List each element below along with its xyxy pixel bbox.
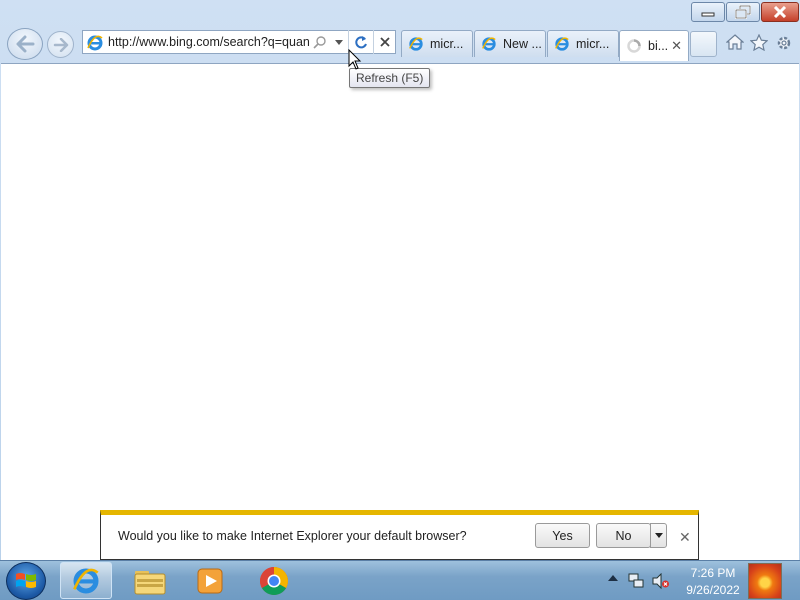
favorites-star-icon[interactable] [750,34,768,51]
close-icon [773,6,787,18]
notification-message: Would you like to make Internet Explorer… [118,529,467,543]
refresh-icon [354,36,367,49]
default-browser-notification: Would you like to make Internet Explorer… [100,510,699,560]
notification-close-icon[interactable]: ✕ [679,529,691,546]
tab[interactable]: New ... [474,30,546,57]
no-options-dropdown[interactable] [650,523,667,548]
back-arrow-icon [16,35,35,53]
internet-explorer-icon [409,37,423,51]
forward-button[interactable] [47,31,74,58]
show-hidden-icons-icon[interactable] [608,575,618,581]
chevron-down-icon[interactable] [335,40,343,45]
clock-date[interactable]: 9/26/2022 [680,583,746,597]
tab-active[interactable]: bi... ✕ [619,30,689,61]
close-button[interactable] [761,2,799,22]
internet-explorer-icon [482,37,496,51]
tab[interactable]: micr... [547,30,619,57]
forward-arrow-icon [53,37,68,52]
gear-icon[interactable] [775,34,793,52]
minimize-button[interactable] [691,2,725,22]
windows-logo-icon [16,573,36,588]
network-icon[interactable] [628,573,644,589]
no-button[interactable]: No [596,523,651,548]
address-input[interactable]: http://www.bing.com/search?q=quan [108,35,313,49]
stop-button[interactable] [373,30,396,54]
media-player-icon [197,568,223,593]
tab-label: New ... [503,37,542,51]
tab-label: micr... [576,37,610,51]
start-button[interactable] [6,562,46,600]
internet-explorer-icon [73,568,99,593]
home-icon[interactable] [726,34,744,50]
new-tab-button[interactable] [690,31,717,57]
search-icon[interactable] [313,35,327,49]
taskbar: 7:26 PM 9/26/2022 [0,560,800,600]
tab[interactable]: micr... [401,30,473,57]
stop-icon [380,37,390,47]
loading-spinner-icon [627,39,641,53]
taskbar-google-chrome[interactable] [248,562,300,599]
page-content[interactable] [1,63,799,560]
navigation-bar: http://www.bing.com/search?q=quan micr..… [0,26,800,62]
minimize-icon [701,12,715,17]
tab-label: micr... [430,37,464,51]
clock-time[interactable]: 7:26 PM [688,566,738,580]
volume-muted-icon[interactable] [652,573,670,589]
tab-close-icon[interactable]: ✕ [671,38,682,54]
chevron-down-icon [654,533,663,538]
back-button[interactable] [7,28,43,60]
restore-button[interactable] [726,2,760,22]
restore-icon [735,5,751,19]
system-tray: 7:26 PM 9/26/2022 [600,561,800,600]
internet-explorer-icon [87,35,103,51]
tab-label: bi... [648,39,669,53]
taskbar-windows-explorer[interactable] [124,562,176,599]
yes-button[interactable]: Yes [535,523,590,548]
show-desktop-button[interactable] [748,563,782,599]
internet-explorer-icon [555,37,569,51]
folder-icon [134,570,166,594]
taskbar-media-player[interactable] [184,562,236,599]
chrome-icon [260,566,288,595]
refresh-tooltip: Refresh (F5) [349,68,431,88]
mouse-cursor-icon [348,49,362,70]
taskbar-internet-explorer[interactable] [60,562,112,599]
title-bar [0,0,800,26]
